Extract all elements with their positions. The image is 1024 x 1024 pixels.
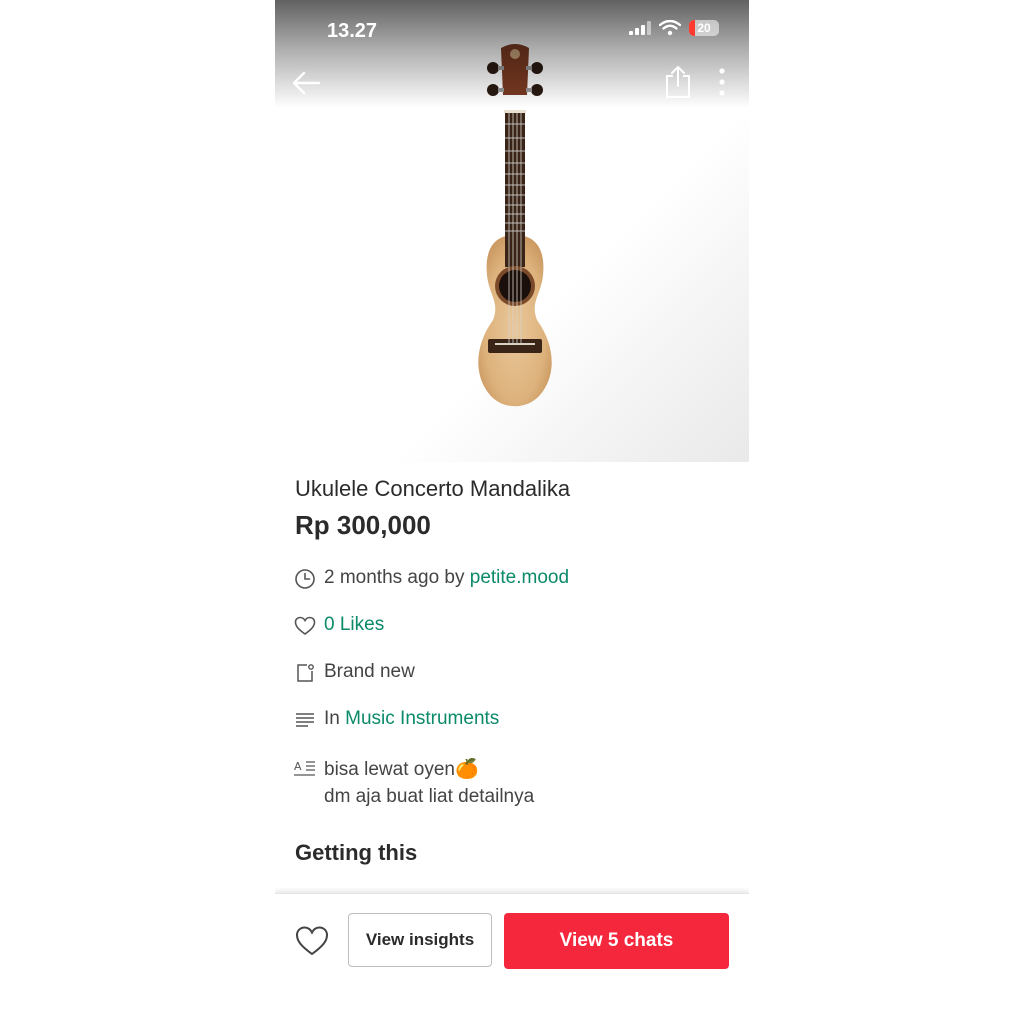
description-text: bisa lewat oyen🍊 dm aja buat liat detail… — [324, 756, 534, 810]
condition-row: Brand new — [293, 661, 415, 685]
product-image[interactable]: 13.27 20 — [275, 0, 749, 462]
product-price: Rp 300,000 — [295, 510, 431, 540]
signal-icon — [629, 21, 651, 35]
description-line-1: bisa lewat oyen🍊 — [324, 759, 479, 780]
category-link[interactable]: Music Instruments — [345, 708, 499, 730]
description-icon: A — [293, 756, 317, 780]
category-list-icon — [293, 708, 317, 732]
posted-time: 2 months ago by — [324, 567, 465, 588]
description-row: A bisa lewat oyen🍊 dm aja buat liat deta… — [293, 756, 534, 810]
battery-level: 20 — [697, 21, 711, 35]
getting-this-heading: Getting this — [295, 840, 418, 865]
phone-screen: 13.27 20 Ukulele Concerto Mandalika Rp 3… — [275, 0, 749, 1024]
svg-text:A: A — [294, 760, 302, 773]
posted-row: 2 months ago by petite.mood — [293, 567, 569, 591]
category-prefix: In — [324, 708, 340, 729]
seller-link[interactable]: petite.mood — [470, 567, 569, 589]
status-time: 13.27 — [327, 20, 378, 42]
view-chats-button[interactable]: View 5 chats — [504, 913, 729, 969]
bottom-action-bar: View insights View 5 chats — [275, 893, 749, 1024]
battery-icon: 20 — [689, 20, 719, 36]
likes-count[interactable]: 0 Likes — [324, 614, 384, 636]
heart-icon — [293, 614, 317, 638]
more-vertical-icon[interactable] — [717, 66, 727, 98]
category-row: In Music Instruments — [293, 708, 499, 732]
likes-row[interactable]: 0 Likes — [293, 614, 384, 638]
wifi-icon — [659, 20, 681, 36]
condition-text: Brand new — [324, 661, 415, 682]
view-insights-button[interactable]: View insights — [348, 913, 492, 967]
condition-tag-icon — [293, 661, 317, 685]
product-title: Ukulele Concerto Mandalika — [295, 476, 571, 501]
clock-icon — [293, 567, 317, 591]
status-icons: 20 — [629, 20, 719, 36]
back-arrow-icon[interactable] — [289, 66, 323, 100]
share-icon[interactable] — [663, 64, 693, 100]
description-line-2: dm aja buat liat detailnya — [324, 786, 535, 807]
heart-outline-icon[interactable] — [295, 924, 329, 958]
